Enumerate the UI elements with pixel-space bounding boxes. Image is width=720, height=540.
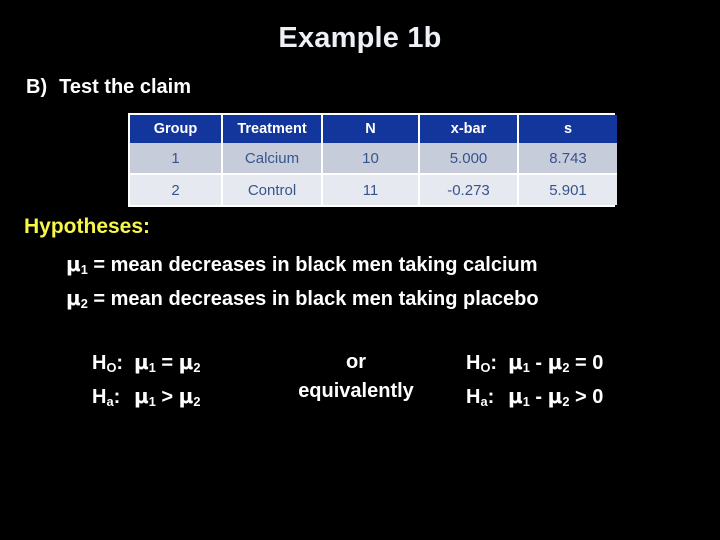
cell-n: 10 (322, 143, 420, 175)
h-subscript: O (480, 359, 491, 375)
h-subscript: a (480, 393, 488, 409)
cell-n: 11 (322, 174, 420, 205)
column-header-xbar: x-bar (419, 115, 519, 143)
mu-symbol: μ (178, 350, 194, 374)
mu-definition-2: μ2 = mean decreases in black men taking … (66, 284, 539, 318)
mu-subscript: 2 (193, 359, 201, 375)
colon: : (487, 385, 495, 408)
mu-definition-1: μ1 = mean decreases in black men taking … (66, 250, 539, 284)
null-hypothesis-left: HO: μ1 = μ2 (92, 348, 201, 382)
colon: : (113, 385, 121, 408)
null-hypothesis-label: HO: (92, 349, 134, 382)
mu-symbol: μ (66, 252, 81, 276)
column-header-n: N (322, 115, 420, 143)
summary-statistics-table: Group Treatment N x-bar s 1 Calcium 10 5… (128, 113, 617, 207)
cell-xbar: 5.000 (419, 143, 519, 175)
mu-symbol: μ (66, 285, 81, 310)
connector-line-equivalently: equivalently (298, 380, 414, 402)
h-letter: H (92, 352, 107, 374)
hypotheses-heading: Hypotheses: (24, 215, 151, 238)
minus-operator: - (535, 352, 543, 374)
h-letter: H (466, 385, 481, 408)
cell-xbar: -0.273 (419, 174, 519, 205)
alternative-hypothesis-left: Ha: μ1 > μ2 (92, 382, 201, 416)
mu-subscript: 1 (148, 393, 156, 409)
mu-subscript: 1 (522, 393, 530, 409)
mu-symbol: μ (508, 350, 523, 374)
cell-s: 5.901 (518, 174, 617, 205)
column-header-s: s (518, 115, 617, 143)
mu-symbol: μ (547, 350, 563, 374)
mu-subscript: 2 (193, 393, 201, 409)
cell-s: 8.743 (518, 143, 617, 175)
bullet-marker: B) (26, 76, 48, 98)
h-letter: H (92, 385, 107, 408)
greater-than-operator: > (161, 385, 174, 408)
equals-operator: = (575, 352, 587, 374)
page-title: Example 1b (278, 22, 442, 54)
cell-group: 1 (130, 143, 223, 175)
hypothesis-connector: or equivalently (268, 348, 444, 406)
mu-subscript: 1 (522, 359, 530, 375)
mu-subscript: 2 (562, 393, 570, 409)
slide-canvas: Example 1b B) Test the claim Group Treatm… (0, 0, 720, 540)
alternative-hypothesis-label: Ha: (466, 383, 508, 416)
table-row: 2 Control 11 -0.273 5.901 (130, 174, 617, 205)
mu-symbol: μ (547, 383, 563, 408)
mu-definition-text: = mean decreases in black men taking pla… (93, 287, 539, 310)
h-letter: H (466, 352, 481, 374)
cell-treatment: Calcium (222, 143, 323, 175)
table-row: 1 Calcium 10 5.000 8.743 (130, 143, 617, 175)
h-subscript: O (106, 359, 117, 375)
mu-subscript: 1 (80, 261, 88, 277)
mu-subscript: 2 (562, 359, 570, 375)
hypothesis-block-right: HO: μ1 - μ2 = 0 Ha: μ1 - μ2 > 0 (466, 348, 603, 416)
mu-symbol: μ (134, 383, 149, 408)
bullet-text: Test the claim (59, 76, 192, 98)
equals-operator: = (161, 352, 174, 374)
minus-operator: - (535, 385, 543, 408)
mu-symbol: μ (178, 383, 194, 408)
null-hypothesis-right: HO: μ1 - μ2 = 0 (466, 348, 603, 382)
column-header-group: Group (130, 115, 223, 143)
colon: : (490, 352, 498, 374)
null-hypothesis-label: HO: (466, 349, 508, 382)
bullet-test-the-claim: B) Test the claim (26, 76, 191, 99)
table-header-row: Group Treatment N x-bar s (130, 115, 617, 143)
alternative-hypothesis-right: Ha: μ1 - μ2 > 0 (466, 382, 603, 416)
cell-treatment: Control (222, 174, 323, 205)
zero-value: 0 (592, 352, 604, 374)
hypothesis-block-left: HO: μ1 = μ2 Ha: μ1 > μ2 (92, 348, 201, 416)
zero-value: 0 (592, 385, 604, 408)
mu-definition-text: = mean decreases in black men taking cal… (93, 254, 538, 276)
mu-symbol: μ (508, 383, 523, 408)
greater-than-operator: > (575, 385, 587, 408)
mu-subscript: 1 (148, 359, 156, 375)
mu-definitions: μ1 = mean decreases in black men taking … (66, 250, 539, 318)
mu-symbol: μ (134, 350, 149, 374)
mu-subscript: 2 (80, 295, 88, 311)
column-header-treatment: Treatment (222, 115, 323, 143)
alternative-hypothesis-label: Ha: (92, 383, 134, 416)
h-subscript: a (106, 393, 114, 409)
cell-group: 2 (130, 174, 223, 205)
connector-line-or: or (346, 351, 366, 373)
colon: : (116, 352, 124, 374)
